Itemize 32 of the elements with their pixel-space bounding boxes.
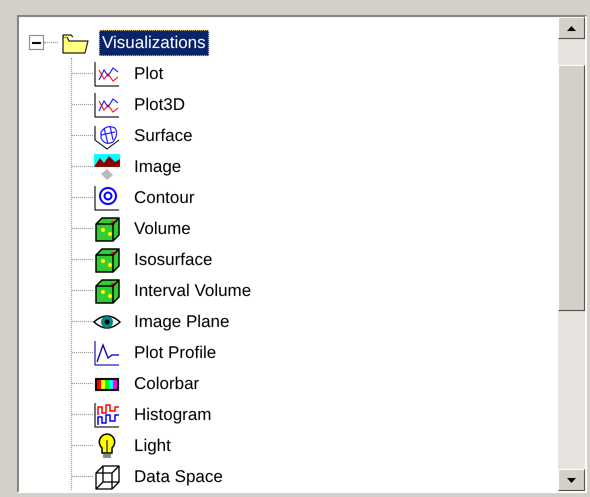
scrollbar-thumb[interactable] (558, 65, 585, 311)
scroll-up-button[interactable] (558, 17, 585, 39)
cube-icon (93, 214, 121, 242)
mountain-image-icon (93, 152, 121, 180)
cube-icon (93, 246, 121, 274)
line-plot-icon (93, 90, 121, 118)
tree-item[interactable]: Interval Volume (131, 278, 254, 304)
cube-icon (93, 276, 121, 304)
tree-item[interactable]: Plot Profile (131, 340, 220, 366)
tree-item[interactable]: Histogram (131, 402, 214, 428)
tree-item[interactable]: Visualizations (99, 30, 209, 56)
tree-item[interactable]: Contour (131, 184, 198, 210)
tree-item[interactable]: Volume (131, 216, 194, 242)
wireframe-cube-icon (93, 462, 121, 490)
profile-plot-icon (93, 338, 121, 366)
tree-item[interactable]: Image (131, 154, 184, 180)
tree-item[interactable]: Data Space (131, 464, 226, 490)
tree-item[interactable]: Plot3D (131, 92, 188, 118)
tree-item[interactable]: Light (131, 432, 174, 458)
scrollbar-track[interactable] (558, 17, 585, 491)
tree-item[interactable]: Isosurface (131, 246, 216, 272)
collapse-toggle[interactable] (29, 35, 44, 50)
tree-item[interactable]: Image Plane (131, 308, 232, 334)
contour-rings-icon (93, 184, 121, 212)
line-plot-icon (93, 60, 121, 88)
tree-item[interactable]: Colorbar (131, 370, 202, 396)
scroll-down-button[interactable] (558, 469, 585, 491)
up-arrow-icon (567, 26, 576, 30)
tree-item[interactable]: Plot (131, 60, 166, 86)
tree-item[interactable]: Surface (131, 122, 196, 148)
histogram-icon (93, 400, 121, 428)
down-arrow-icon (567, 478, 576, 482)
